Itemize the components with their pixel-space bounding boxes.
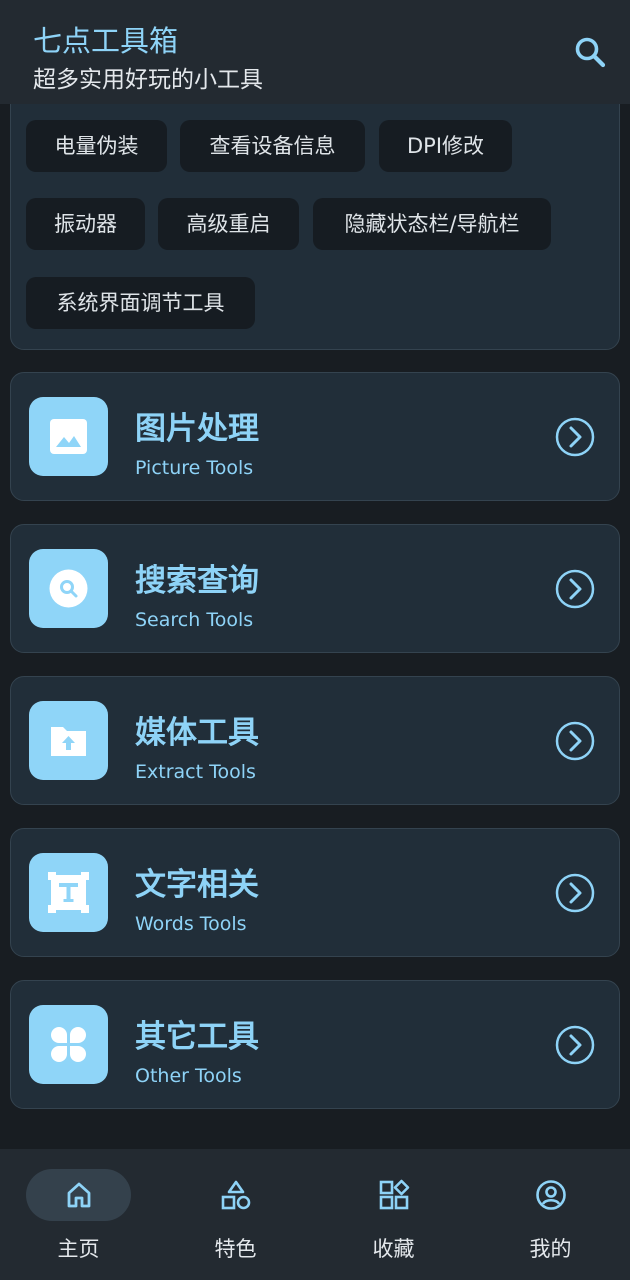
category-card-picture[interactable]: 图片处理 Picture Tools (10, 372, 620, 501)
category-subtitle: Other Tools (135, 1065, 242, 1087)
chevron-right-circle-icon[interactable] (555, 1025, 595, 1065)
category-subtitle: Picture Tools (135, 457, 254, 479)
chip-system-ui-tuner[interactable]: 系统界面调节工具 (26, 277, 255, 329)
search-icon (575, 37, 606, 68)
category-icon-box (29, 549, 108, 628)
app-subtitle: 超多实用好玩的小工具 (33, 67, 263, 93)
chip-device-info[interactable]: 查看设备信息 (180, 120, 365, 172)
category-icon-box (29, 397, 108, 476)
image-icon (50, 419, 87, 454)
bottom-navigation: 主页 特色 收藏 我的 (0, 1149, 630, 1280)
category-title: 文字相关 (135, 867, 259, 903)
nav-item-featured[interactable]: 特色 (157, 1149, 314, 1280)
chip-dpi[interactable]: DPI修改 (379, 120, 512, 172)
search-button[interactable] (570, 32, 610, 72)
shapes-icon (221, 1180, 251, 1210)
chip-battery-disguise[interactable]: 电量伪装 (26, 120, 167, 172)
category-icon-box (29, 701, 108, 780)
text-icon (48, 872, 89, 913)
app-bar: 七点工具箱 超多实用好玩的小工具 (0, 0, 630, 104)
category-card-search[interactable]: 搜索查询 Search Tools (10, 524, 620, 653)
category-card-words[interactable]: 文字相关 Words Tools (10, 828, 620, 957)
chevron-right-circle-icon[interactable] (555, 417, 595, 457)
category-card-media[interactable]: 媒体工具 Extract Tools (10, 676, 620, 805)
chip-advanced-reboot[interactable]: 高级重启 (158, 198, 299, 250)
nav-label: 特色 (214, 1237, 257, 1261)
home-icon (67, 1182, 91, 1208)
category-subtitle: Extract Tools (135, 761, 256, 783)
category-card-other[interactable]: 其它工具 Other Tools (10, 980, 620, 1109)
category-title: 其它工具 (135, 1019, 259, 1055)
account-icon (536, 1180, 566, 1210)
category-icon-box (29, 1005, 108, 1084)
content-scroll[interactable]: 电量伪装 查看设备信息 DPI修改 振动器 高级重启 隐藏状态栏/导航栏 系统界… (0, 104, 630, 1149)
nav-item-home[interactable]: 主页 (0, 1149, 157, 1280)
apps-icon (379, 1179, 410, 1210)
search-icon (49, 569, 88, 608)
category-subtitle: Search Tools (135, 609, 254, 631)
nav-item-mine[interactable]: 我的 (472, 1149, 629, 1280)
chevron-right-circle-icon[interactable] (555, 721, 595, 761)
category-icon-box (29, 853, 108, 932)
chip-vibrator[interactable]: 振动器 (26, 198, 145, 250)
chevron-right-circle-icon[interactable] (555, 569, 595, 609)
nav-label: 收藏 (372, 1237, 415, 1261)
grid-icon (51, 1027, 86, 1062)
quick-tools-card: 电量伪装 查看设备信息 DPI修改 振动器 高级重启 隐藏状态栏/导航栏 系统界… (10, 104, 620, 350)
nav-label: 主页 (57, 1237, 100, 1261)
app-title: 七点工具箱 (33, 24, 179, 58)
chevron-right-circle-icon[interactable] (555, 873, 595, 913)
category-subtitle: Words Tools (135, 913, 247, 935)
category-title: 搜索查询 (135, 563, 259, 599)
category-title: 图片处理 (135, 411, 259, 447)
chip-hide-bars[interactable]: 隐藏状态栏/导航栏 (313, 198, 551, 250)
nav-item-favorites[interactable]: 收藏 (315, 1149, 472, 1280)
category-title: 媒体工具 (135, 715, 259, 751)
nav-label: 我的 (529, 1237, 572, 1261)
folder-upload-icon (51, 727, 86, 756)
